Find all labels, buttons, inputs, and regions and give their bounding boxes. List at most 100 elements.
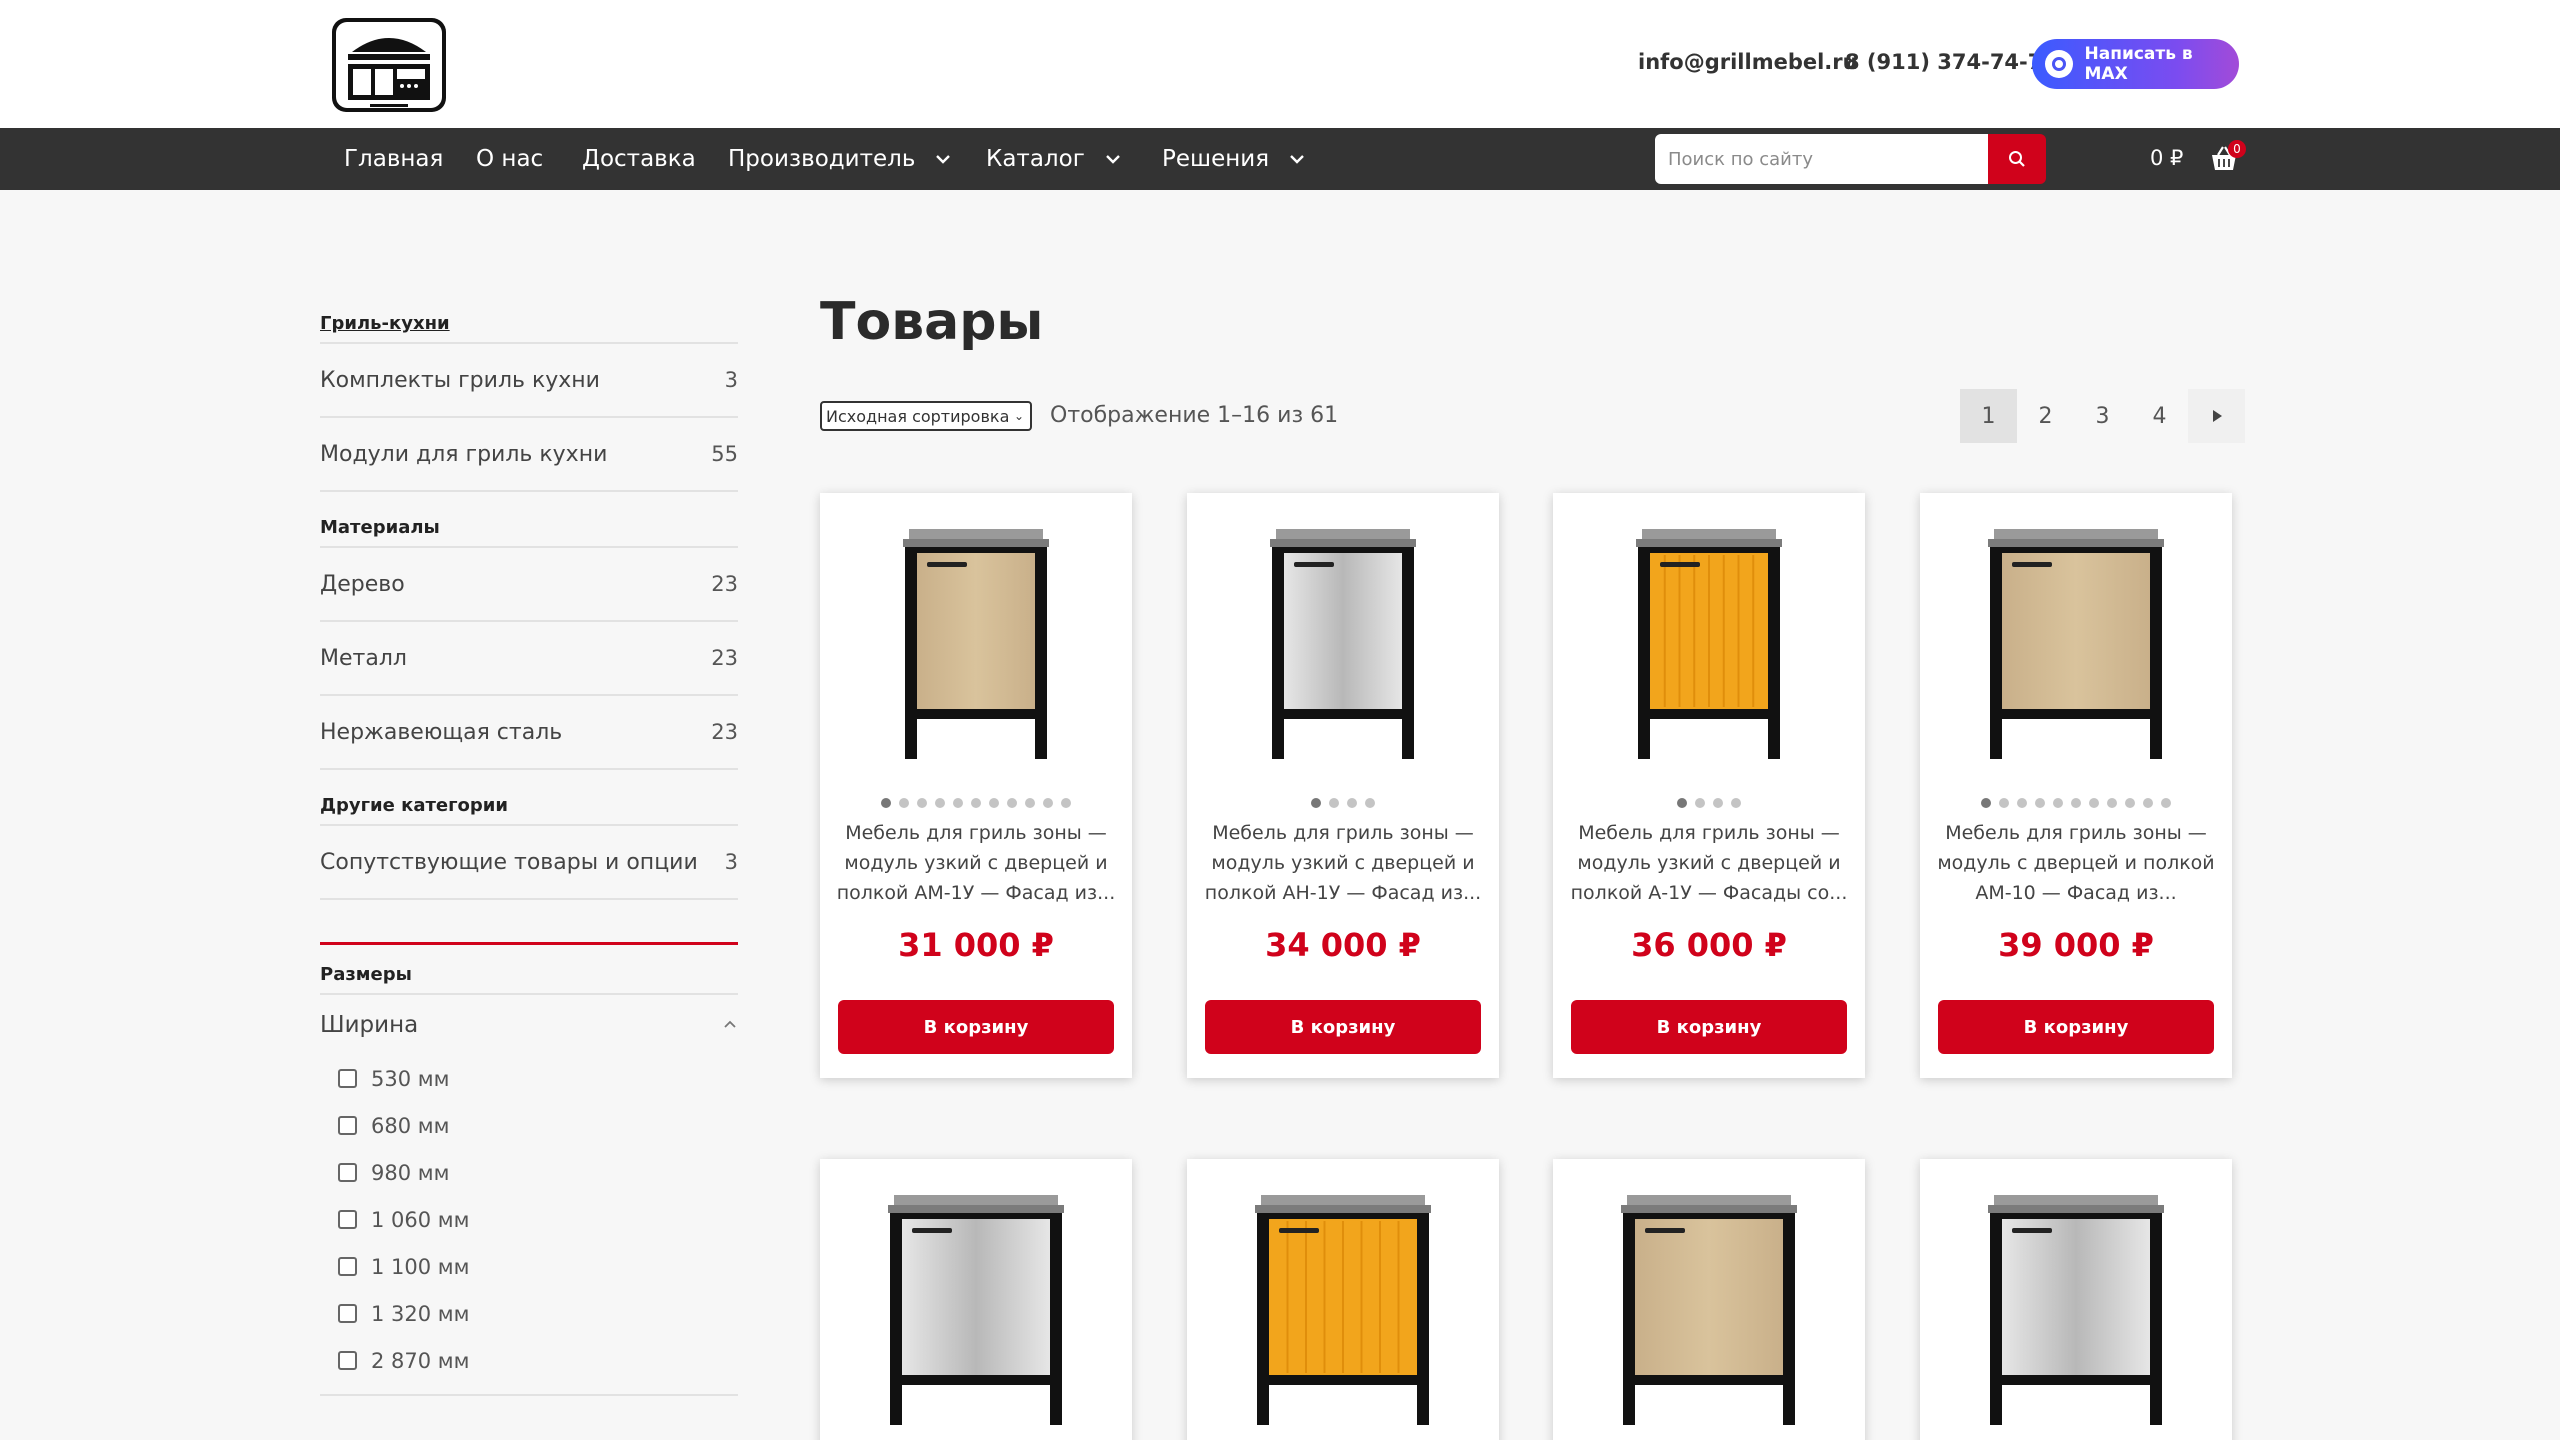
add-to-cart-button[interactable]: В корзину: [1571, 1000, 1847, 1054]
cart-total[interactable]: 0 ₽: [2150, 146, 2183, 170]
slider-dot[interactable]: [2035, 798, 2045, 808]
slider-dot[interactable]: [2125, 798, 2135, 808]
slider-dot[interactable]: [1365, 798, 1375, 808]
checkbox[interactable]: [338, 1351, 357, 1370]
checkbox[interactable]: [338, 1069, 357, 1088]
product-card[interactable]: Мебель для гриль зоны — модуль узкий с д…: [1187, 493, 1499, 1078]
slider-dot[interactable]: [1695, 798, 1705, 808]
add-to-cart-button[interactable]: В корзину: [838, 1000, 1114, 1054]
product-card[interactable]: [1553, 1159, 1865, 1440]
width-filter-toggle[interactable]: Ширина: [320, 995, 738, 1055]
grill-kitchens-heading[interactable]: Гриль-кухни: [320, 300, 738, 344]
search-field[interactable]: [1655, 134, 1993, 184]
search-input[interactable]: [1655, 148, 1975, 170]
width-option[interactable]: 2 870 мм: [320, 1337, 738, 1384]
nav-manufacturer[interactable]: Производитель: [728, 128, 951, 190]
product-card[interactable]: Мебель для гриль зоны — модуль узкий с д…: [820, 493, 1132, 1078]
nav-solutions-label: Решения: [1162, 146, 1270, 172]
logo[interactable]: [330, 16, 448, 114]
slider-dot[interactable]: [989, 798, 999, 808]
checkbox[interactable]: [338, 1257, 357, 1276]
slider-dot[interactable]: [953, 798, 963, 808]
product-image[interactable]: [1553, 493, 1865, 783]
slider-dot[interactable]: [1713, 798, 1723, 808]
category-item[interactable]: Нержавеющая сталь 23: [320, 696, 738, 770]
slider-dot[interactable]: [1025, 798, 1035, 808]
product-image[interactable]: [1920, 1159, 2232, 1440]
sort-dropdown[interactable]: Исходная сортировка ⌄: [820, 401, 1032, 431]
width-option[interactable]: 980 мм: [320, 1149, 738, 1196]
slider-dot[interactable]: [1311, 798, 1321, 808]
contact-phone[interactable]: 8 (911) 374-74-74: [1845, 50, 2057, 74]
next-page-button[interactable]: [2188, 389, 2245, 443]
product-image[interactable]: [1187, 1159, 1499, 1440]
checkbox[interactable]: [338, 1116, 357, 1135]
slider-dot[interactable]: [881, 798, 891, 808]
slider-dot[interactable]: [1347, 798, 1357, 808]
add-to-cart-button[interactable]: В корзину: [1205, 1000, 1481, 1054]
page-link[interactable]: 1: [1960, 389, 2017, 443]
slider-dot[interactable]: [1043, 798, 1053, 808]
width-option[interactable]: 680 мм: [320, 1102, 738, 1149]
page-link[interactable]: 3: [2074, 389, 2131, 443]
materials-heading: Материалы: [320, 504, 738, 548]
width-option[interactable]: 1 060 мм: [320, 1196, 738, 1243]
add-to-cart-button[interactable]: В корзину: [1938, 1000, 2214, 1054]
category-item[interactable]: Модули для гриль кухни 55: [320, 418, 738, 492]
category-item[interactable]: Дерево 23: [320, 548, 738, 622]
slider-dot[interactable]: [1061, 798, 1071, 808]
category-item[interactable]: Сопутствующие товары и опции 3: [320, 826, 738, 900]
product-card[interactable]: [1920, 1159, 2232, 1440]
slider-dot[interactable]: [1677, 798, 1687, 808]
slider-dot[interactable]: [2071, 798, 2081, 808]
product-image[interactable]: [1553, 1159, 1865, 1440]
slider-dot[interactable]: [935, 798, 945, 808]
checkbox[interactable]: [338, 1210, 357, 1229]
slider-dot[interactable]: [917, 798, 927, 808]
product-image[interactable]: [820, 1159, 1132, 1440]
nav-about[interactable]: О нас: [476, 128, 543, 190]
slider-dot[interactable]: [971, 798, 981, 808]
product-image[interactable]: [1187, 493, 1499, 783]
slider-dot[interactable]: [2053, 798, 2063, 808]
page-link[interactable]: 2: [2017, 389, 2074, 443]
slider-dot[interactable]: [1007, 798, 1017, 808]
product-title[interactable]: Мебель для гриль зоны — модуль узкий с д…: [1567, 818, 1851, 908]
write-max-button[interactable]: Написать в MAX: [2032, 39, 2239, 89]
product-title[interactable]: Мебель для гриль зоны — модуль узкий с д…: [834, 818, 1118, 908]
product-card[interactable]: Мебель для гриль зоны — модуль с дверцей…: [1920, 493, 2232, 1078]
product-card[interactable]: [1187, 1159, 1499, 1440]
product-image[interactable]: [1920, 493, 2232, 783]
slider-dot[interactable]: [1731, 798, 1741, 808]
slider-dot[interactable]: [2089, 798, 2099, 808]
slider-dot[interactable]: [2107, 798, 2117, 808]
product-title[interactable]: Мебель для гриль зоны — модуль узкий с д…: [1201, 818, 1485, 908]
product-card[interactable]: Мебель для гриль зоны — модуль узкий с д…: [1553, 493, 1865, 1078]
nav-solutions[interactable]: Решения: [1162, 128, 1305, 190]
checkbox[interactable]: [338, 1304, 357, 1323]
page-link[interactable]: 4: [2131, 389, 2188, 443]
slider-dot[interactable]: [1329, 798, 1339, 808]
search-button[interactable]: [1988, 134, 2046, 184]
slider-dot[interactable]: [2143, 798, 2153, 808]
nav-delivery[interactable]: Доставка: [582, 128, 696, 190]
slider-dot[interactable]: [2017, 798, 2027, 808]
slider-dot[interactable]: [1981, 798, 1991, 808]
nav-home[interactable]: Главная: [344, 128, 443, 190]
checkbox[interactable]: [338, 1163, 357, 1182]
category-item[interactable]: Металл 23: [320, 622, 738, 696]
width-option[interactable]: 1 320 мм: [320, 1290, 738, 1337]
width-option[interactable]: 1 100 мм: [320, 1243, 738, 1290]
width-option-label: 2 870 мм: [371, 1348, 470, 1373]
slider-dot[interactable]: [1999, 798, 2009, 808]
product-image[interactable]: [820, 493, 1132, 783]
product-title[interactable]: Мебель для гриль зоны — модуль с дверцей…: [1934, 818, 2218, 908]
slider-dot[interactable]: [2161, 798, 2171, 808]
nav-catalog[interactable]: Каталог: [986, 128, 1121, 190]
product-card[interactable]: [820, 1159, 1132, 1440]
width-option[interactable]: 530 мм: [320, 1055, 738, 1102]
category-item[interactable]: Комплекты гриль кухни 3: [320, 344, 738, 418]
contact-email[interactable]: info@grillmebel.ru: [1638, 50, 1858, 74]
slider-dot[interactable]: [899, 798, 909, 808]
category-count: 55: [711, 442, 738, 466]
